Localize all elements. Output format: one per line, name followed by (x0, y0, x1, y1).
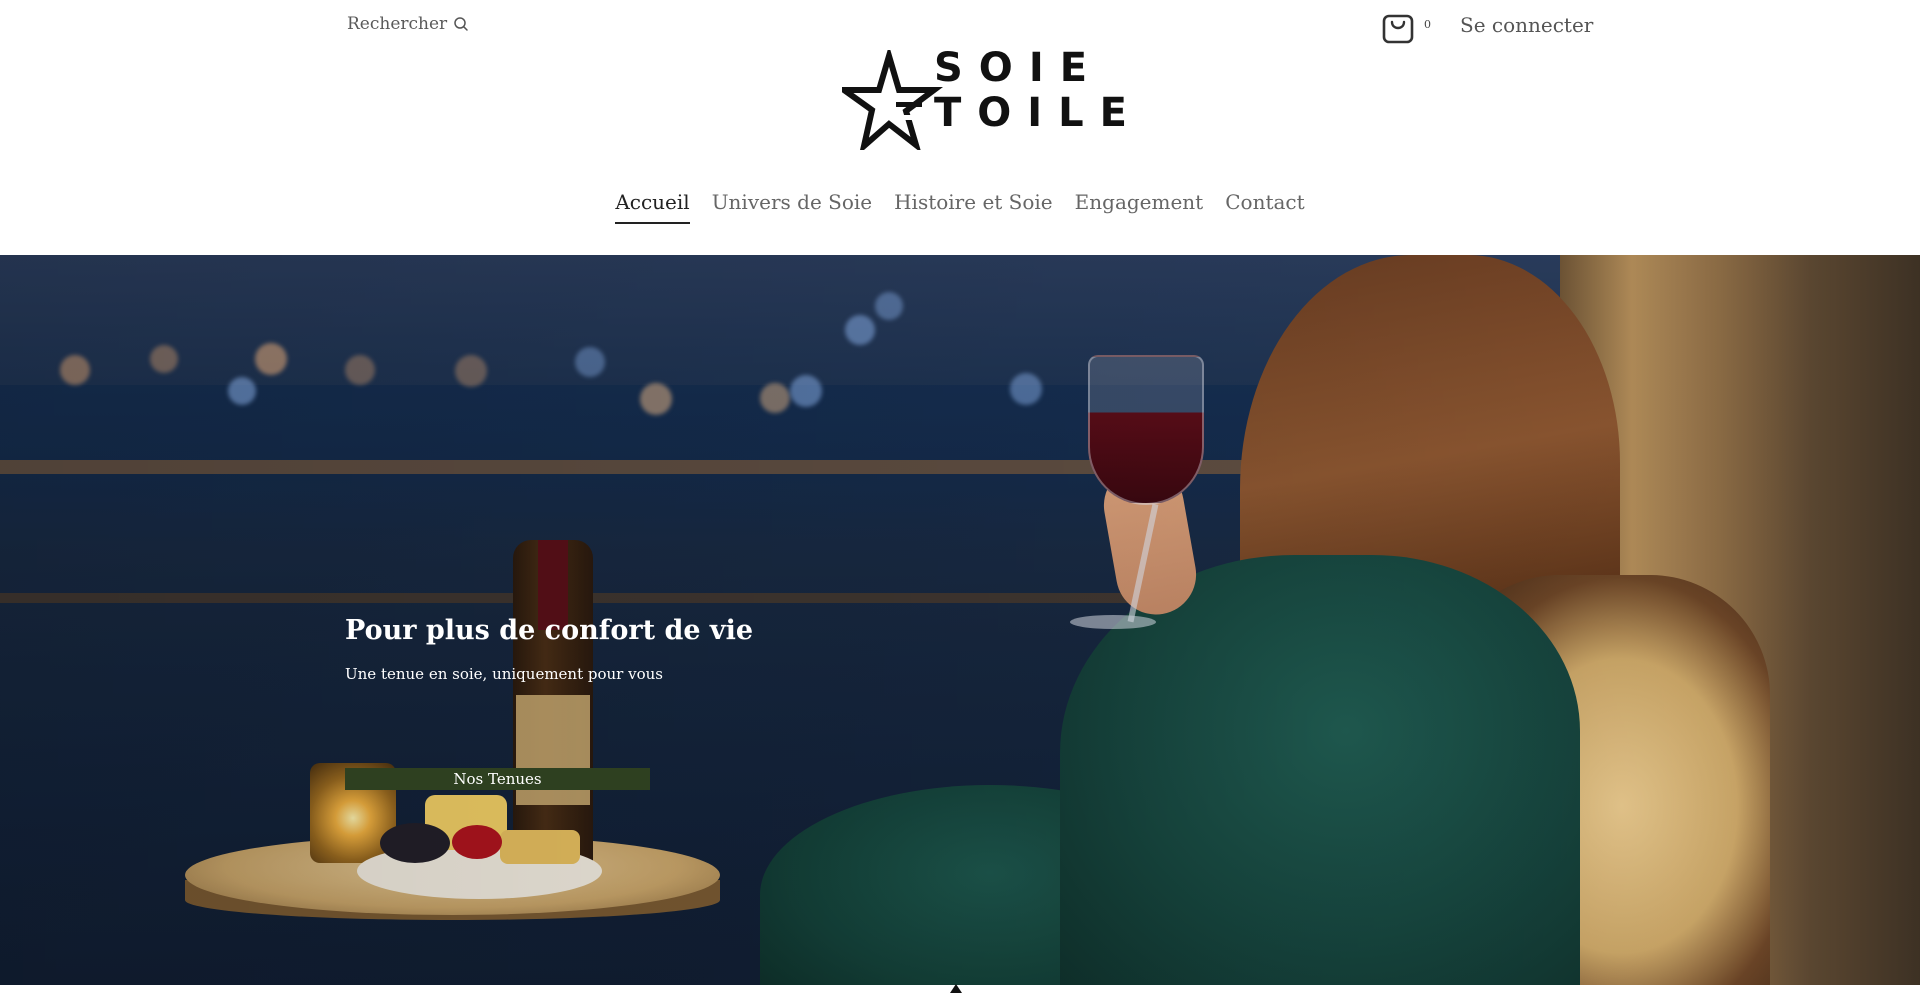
nav-item-accueil[interactable]: Accueil (615, 190, 691, 224)
search-label: Rechercher (347, 14, 448, 34)
cart-count: 0 (1424, 18, 1431, 31)
brand-line-2: TOILE (934, 90, 1143, 136)
brand-wordmark: SOIE TOILE (934, 46, 1143, 136)
search-icon (454, 17, 468, 31)
brand-line-1: SOIE (934, 45, 1104, 91)
hero-title: Pour plus de confort de vie (345, 615, 754, 646)
nav-item-contact[interactable]: Contact (1225, 190, 1304, 222)
main-nav: Accueil Univers de Soie Histoire et Soie… (0, 190, 1920, 224)
nav-item-histoire-et-soie[interactable]: Histoire et Soie (894, 190, 1053, 222)
site-header: Rechercher 0 Se connecter SOIE TOILE Acc… (0, 0, 1920, 255)
nav-item-univers-de-soie[interactable]: Univers de Soie (712, 190, 872, 222)
hero-subtitle: Une tenue en soie, uniquement pour vous (345, 665, 663, 683)
hero-banner: Pour plus de confort de vie Une tenue en… (0, 255, 1920, 985)
shop-outfits-button[interactable]: Nos Tenues (345, 768, 650, 790)
login-link[interactable]: Se connecter (1460, 13, 1593, 37)
shopping-bag-icon[interactable] (1381, 8, 1415, 44)
next-section-logo-hint (950, 984, 962, 993)
nav-item-engagement[interactable]: Engagement (1075, 190, 1204, 222)
search-button[interactable]: Rechercher (347, 14, 469, 34)
